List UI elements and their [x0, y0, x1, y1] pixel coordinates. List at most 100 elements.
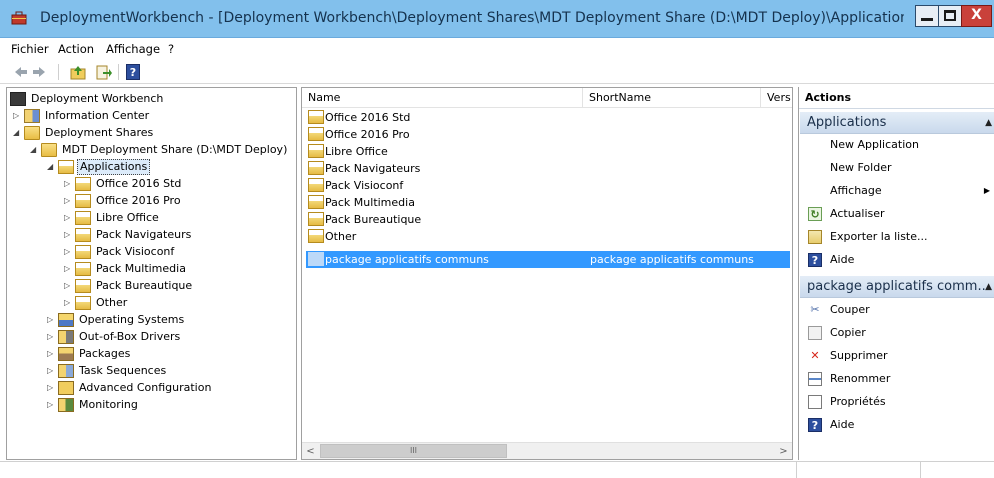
help-icon: ? [808, 418, 822, 432]
info-center-icon [24, 109, 40, 123]
action-exporter-la-liste[interactable]: Exporter la liste... [800, 226, 994, 248]
folder-icon [308, 127, 324, 141]
status-bar [0, 461, 994, 478]
properties-icon [808, 395, 822, 409]
action-new-folder[interactable]: New Folder [800, 157, 994, 179]
menu-action[interactable]: Action [58, 42, 94, 56]
copy-icon [808, 326, 822, 340]
folder-icon [75, 211, 91, 225]
status-separator [920, 462, 921, 478]
expand-arrow-icon[interactable]: ▷ [64, 261, 73, 277]
minimize-button[interactable] [915, 5, 939, 27]
status-separator [796, 462, 797, 478]
help-icon: ? [808, 253, 822, 267]
advanced-config-icon [58, 381, 74, 395]
list-item[interactable]: Libre Office [306, 143, 790, 160]
help-icon[interactable]: ? [126, 64, 140, 80]
column-header-version[interactable]: Vers [761, 88, 792, 108]
toolbar-separator [58, 64, 59, 80]
column-header-name[interactable]: Name [302, 88, 583, 108]
folder-icon [308, 212, 324, 226]
share-folder-icon [41, 143, 57, 157]
expand-arrow-icon[interactable]: ▷ [47, 312, 56, 328]
expand-arrow-icon[interactable]: ▷ [47, 363, 56, 379]
close-icon: X [971, 7, 982, 23]
workbench-icon [10, 92, 26, 106]
actions-section-selected-item[interactable]: package applicatifs comm... ▲ [800, 276, 994, 298]
menu-fichier[interactable]: Fichier [11, 42, 49, 56]
expand-arrow-icon[interactable]: ▷ [47, 346, 56, 362]
refresh-icon: ↻ [808, 207, 822, 221]
action-proprietes[interactable]: Propriétés [800, 391, 994, 413]
column-header-shortname[interactable]: ShortName [583, 88, 761, 108]
export-list-icon[interactable] [96, 64, 112, 80]
close-button[interactable]: X [961, 5, 992, 27]
action-copier[interactable]: Copier [800, 322, 994, 344]
up-folder-icon[interactable] [70, 64, 86, 80]
forward-arrow-icon[interactable] [32, 64, 46, 80]
actions-header: Actions [799, 87, 994, 109]
menu-affichage[interactable]: Affichage [106, 42, 160, 56]
expand-arrow-icon[interactable]: ▷ [64, 244, 73, 260]
list-item[interactable]: Other [306, 228, 790, 245]
list-item[interactable]: Pack Multimedia [306, 194, 790, 211]
expand-arrow-icon[interactable]: ▷ [64, 227, 73, 243]
folder-icon [75, 177, 91, 191]
folder-icon [75, 279, 91, 293]
folder-icon [308, 195, 324, 209]
horizontal-scrollbar[interactable]: < III > [302, 442, 792, 459]
expand-arrow-icon[interactable]: ▷ [13, 108, 22, 124]
action-aide[interactable]: ? Aide [800, 249, 994, 271]
list-header: Name ShortName Vers [302, 88, 792, 108]
content-list: Name ShortName Vers Office 2016 Std Offi… [301, 87, 793, 460]
collapse-arrow-icon[interactable]: ◢ [30, 142, 39, 158]
list-item[interactable]: Pack Bureautique [306, 211, 790, 228]
maximize-button[interactable] [938, 5, 962, 27]
applications-folder-icon [58, 160, 74, 174]
list-item[interactable]: Pack Visioconf [306, 177, 790, 194]
folder-icon [75, 194, 91, 208]
action-supprimer[interactable]: ✕ Supprimer [800, 345, 994, 367]
drivers-icon [58, 330, 74, 344]
action-aide-item[interactable]: ? Aide [800, 414, 994, 436]
task-sequences-icon [58, 364, 74, 378]
expand-arrow-icon[interactable]: ▷ [64, 210, 73, 226]
collapse-up-icon[interactable]: ▲ [985, 276, 992, 297]
packages-icon [58, 347, 74, 361]
collapse-arrow-icon[interactable]: ◢ [47, 159, 56, 175]
folder-icon [308, 144, 324, 158]
action-renommer[interactable]: Renommer [800, 368, 994, 390]
folder-icon [308, 229, 324, 243]
expand-arrow-icon[interactable]: ▷ [47, 329, 56, 345]
actions-section-applications[interactable]: Applications ▲ [800, 112, 994, 134]
toolbar: ? [0, 60, 994, 84]
cut-icon: ✂ [810, 303, 820, 316]
toolbar-separator [118, 64, 119, 80]
collapse-arrow-icon[interactable]: ◢ [13, 125, 22, 141]
expand-arrow-icon[interactable]: ▷ [64, 193, 73, 209]
list-item[interactable]: Office 2016 Std [306, 109, 790, 126]
collapse-up-icon[interactable]: ▲ [985, 112, 992, 133]
action-couper[interactable]: ✂ Couper [800, 299, 994, 321]
expand-arrow-icon[interactable]: ▷ [47, 397, 56, 413]
scroll-right-icon[interactable]: > [775, 443, 792, 459]
back-arrow-icon[interactable] [14, 64, 28, 80]
expand-arrow-icon[interactable]: ▷ [64, 295, 73, 311]
app-toolbox-icon[interactable] [11, 11, 27, 25]
window-title: DeploymentWorkbench - [Deployment Workbe… [40, 10, 904, 26]
expand-arrow-icon[interactable]: ▷ [64, 278, 73, 294]
action-new-application[interactable]: New Application [800, 134, 994, 156]
list-item[interactable]: Pack Navigateurs [306, 160, 790, 177]
action-affichage[interactable]: Affichage ▶ [800, 180, 994, 202]
menu-help[interactable]: ? [168, 42, 174, 56]
expand-arrow-icon[interactable]: ▷ [64, 176, 73, 192]
expand-arrow-icon[interactable]: ▷ [47, 380, 56, 396]
action-actualiser[interactable]: ↻ Actualiser [800, 203, 994, 225]
list-item-selected[interactable]: package applicatifs communs package appl… [306, 251, 790, 268]
scrollbar-thumb[interactable]: III [320, 444, 507, 458]
monitoring-icon [58, 398, 74, 412]
list-item[interactable]: Office 2016 Pro [306, 126, 790, 143]
scroll-left-icon[interactable]: < [302, 443, 319, 459]
maximize-icon [944, 10, 956, 21]
minimize-icon [921, 18, 933, 21]
